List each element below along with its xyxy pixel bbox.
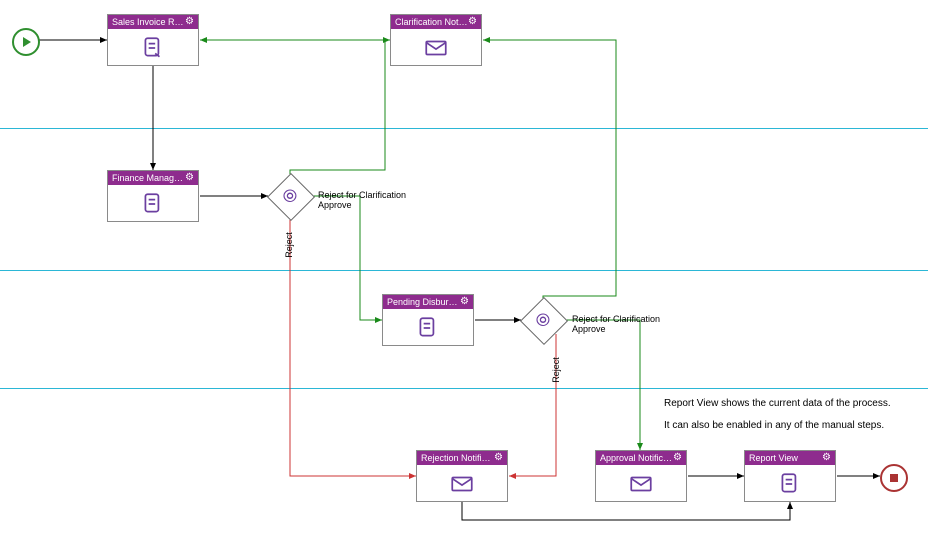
task-report-view[interactable]: Report View ⚙ xyxy=(744,450,836,502)
edge-label: Approve xyxy=(572,324,606,334)
start-event[interactable] xyxy=(12,28,40,56)
form-icon xyxy=(140,35,166,61)
task-title: Sales Invoice Request xyxy=(112,15,185,29)
task-rejection-notification[interactable]: Rejection Notificati...⚙ xyxy=(416,450,508,502)
lane-divider xyxy=(0,128,928,129)
task-title: Report View xyxy=(749,451,798,465)
gear-icon[interactable]: ⚙ xyxy=(468,15,477,29)
form-icon xyxy=(140,191,166,217)
edge-label: Approve xyxy=(318,200,352,210)
end-event[interactable] xyxy=(880,464,908,492)
edge-label: Reject xyxy=(284,232,294,258)
gear-icon[interactable]: ⚙ xyxy=(494,451,503,465)
task-title: Approval Notification xyxy=(600,451,673,465)
edge-label: Reject for Clarification xyxy=(318,190,406,200)
gateway-1[interactable]: ⦾ xyxy=(268,174,312,218)
task-pending-disbursement[interactable]: Pending Disbursement⚙ xyxy=(382,294,474,346)
annotation-text: It can also be enabled in any of the man… xyxy=(664,420,884,431)
annotation-text: Report View shows the current data of th… xyxy=(664,398,891,409)
gear-icon[interactable]: ⚙ xyxy=(185,171,194,185)
gear-icon[interactable]: ⚙ xyxy=(673,451,682,465)
mail-icon xyxy=(628,471,654,497)
edge-label: Reject xyxy=(551,357,561,383)
task-title: Clarification Notifi... xyxy=(395,15,468,29)
gateway-2[interactable]: ⦾ xyxy=(521,298,565,342)
lane-divider xyxy=(0,388,928,389)
task-title: Finance Manager Appr... xyxy=(112,171,185,185)
task-approval-notification[interactable]: Approval Notification⚙ xyxy=(595,450,687,502)
task-finance-manager-approval[interactable]: Finance Manager Appr...⚙ xyxy=(107,170,199,222)
mail-icon xyxy=(423,35,449,61)
gear-icon[interactable]: ⚙ xyxy=(185,15,194,29)
task-title: Pending Disbursement xyxy=(387,295,460,309)
form-icon xyxy=(777,471,803,497)
gear-icon[interactable]: ⚙ xyxy=(822,451,831,465)
mail-icon xyxy=(449,471,475,497)
task-sales-invoice-request[interactable]: Sales Invoice Request⚙ xyxy=(107,14,199,66)
form-icon xyxy=(415,315,441,341)
edge-label: Reject for Clarification xyxy=(572,314,660,324)
task-clarification-notification[interactable]: Clarification Notifi...⚙ xyxy=(390,14,482,66)
lane-divider xyxy=(0,270,928,271)
task-title: Rejection Notificati... xyxy=(421,451,494,465)
gear-icon[interactable]: ⚙ xyxy=(460,295,469,309)
